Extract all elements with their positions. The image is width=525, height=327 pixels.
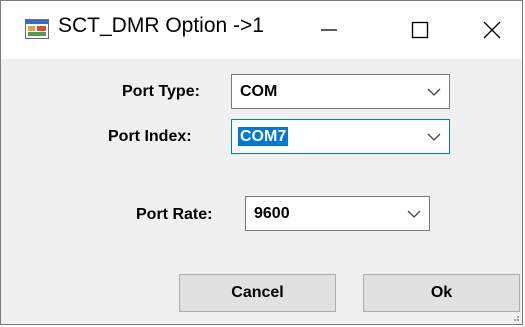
port-type-value: COM xyxy=(240,83,278,100)
ok-button[interactable]: Ok xyxy=(363,274,520,312)
close-button[interactable] xyxy=(459,1,522,59)
port-type-select[interactable]: COM xyxy=(231,74,450,109)
dialog-window: SCT_DMR Option ->1 Port Type: COM Port I… xyxy=(0,0,523,325)
port-index-select[interactable]: COM7 xyxy=(231,119,450,154)
window-title: SCT_DMR Option ->1 xyxy=(58,14,264,37)
chevron-down-icon xyxy=(427,133,441,141)
close-icon xyxy=(483,21,501,39)
port-rate-value: 9600 xyxy=(254,205,290,222)
minimize-button[interactable] xyxy=(296,1,362,59)
minimize-icon xyxy=(321,29,337,31)
app-window-icon xyxy=(25,19,49,39)
port-type-label: Port Type: xyxy=(122,83,200,100)
port-index-value: COM7 xyxy=(238,127,289,146)
maximize-button[interactable] xyxy=(387,1,453,59)
title-bar[interactable]: SCT_DMR Option ->1 xyxy=(1,1,522,59)
maximize-icon xyxy=(411,21,429,39)
port-index-label: Port Index: xyxy=(108,128,192,145)
resize-grip-icon[interactable] xyxy=(510,312,520,322)
port-rate-select[interactable]: 9600 xyxy=(245,196,430,231)
chevron-down-icon xyxy=(427,88,441,96)
port-rate-label: Port Rate: xyxy=(136,206,213,223)
chevron-down-icon xyxy=(407,210,421,218)
cancel-button[interactable]: Cancel xyxy=(179,274,336,312)
